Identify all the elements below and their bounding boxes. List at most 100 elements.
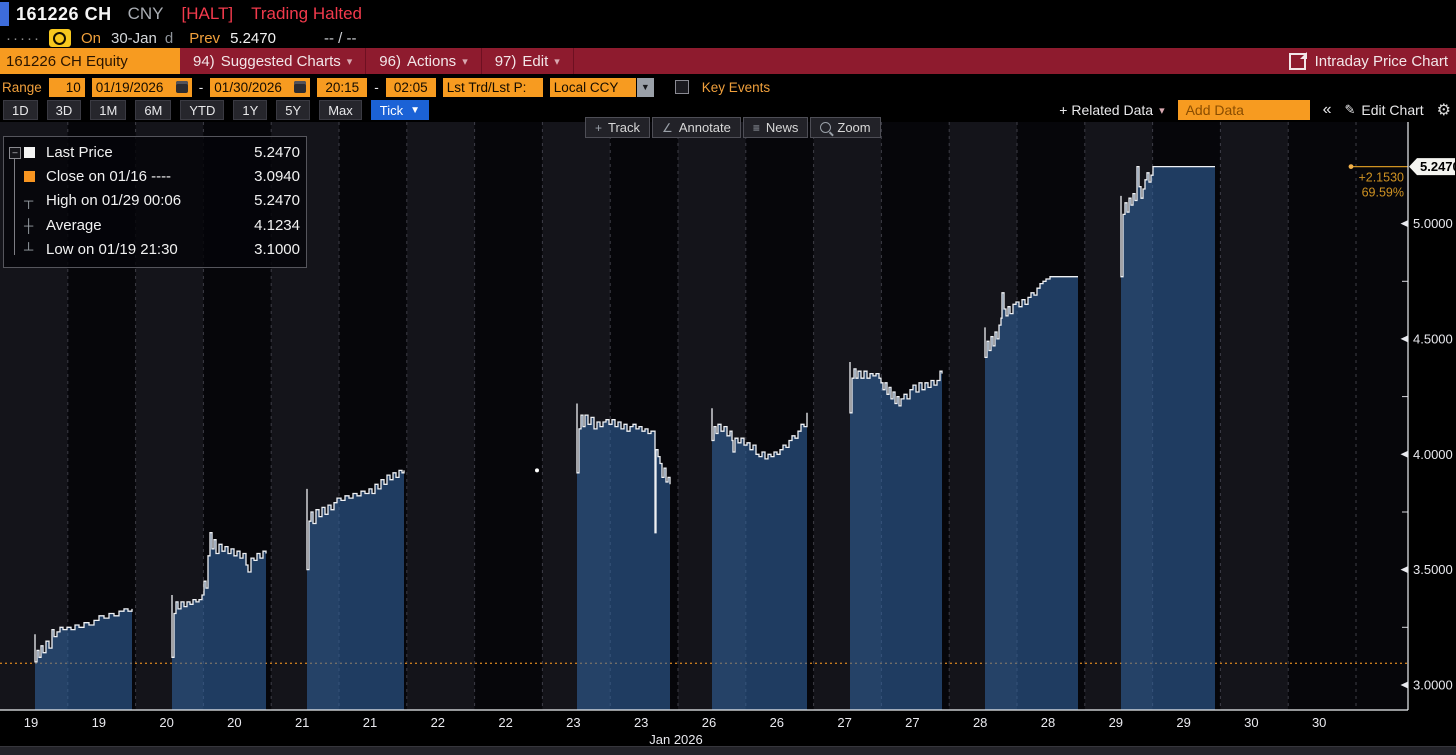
menu-key: 97) bbox=[495, 53, 517, 70]
session-area-29 bbox=[1121, 167, 1215, 710]
range-dash: - bbox=[199, 80, 204, 95]
price-mode-select[interactable]: Lst Trd/Lst P: bbox=[443, 78, 543, 97]
edit-chart-button[interactable]: ✎ Edit Chart bbox=[1345, 102, 1424, 118]
session-band bbox=[407, 122, 475, 710]
chart-text: 23 bbox=[634, 715, 648, 730]
chart-text: 4.0000 bbox=[1413, 447, 1453, 462]
chart-text: 27 bbox=[905, 715, 919, 730]
time-from-input[interactable]: 20:15 bbox=[317, 78, 367, 97]
tab-1y[interactable]: 1Y bbox=[233, 100, 267, 120]
legend-expander[interactable]: – bbox=[9, 147, 21, 159]
legend-row-average[interactable]: ┼ Average 4.1234 bbox=[8, 213, 300, 237]
chart-text: 30 bbox=[1312, 715, 1326, 730]
quote-subheader: ····· On 30-Jan d Prev 5.2470 -- / -- bbox=[0, 28, 1456, 48]
prev-label: Prev bbox=[189, 30, 220, 47]
menu-key: 96) bbox=[379, 53, 401, 70]
collapse-panel-button[interactable]: « bbox=[1323, 101, 1332, 119]
session-area-28 bbox=[985, 277, 1078, 710]
session-band bbox=[475, 122, 543, 710]
legend-row-high[interactable]: ┬ High on 01/29 00:06 5.2470 bbox=[8, 189, 300, 213]
export-icon[interactable] bbox=[1289, 53, 1306, 70]
chart-text: 19 bbox=[92, 715, 106, 730]
calendar-icon[interactable] bbox=[176, 81, 188, 93]
chart-text: 21 bbox=[295, 715, 309, 730]
tab-1d[interactable]: 1D bbox=[3, 100, 38, 120]
chevron-down-icon[interactable]: ▼ bbox=[637, 78, 654, 97]
tab-5y[interactable]: 5Y bbox=[276, 100, 310, 120]
chart-toolbar: + Track ∠ Annotate ≡ News Zoom bbox=[585, 117, 881, 138]
chart-text: 29 bbox=[1109, 715, 1123, 730]
chart-text: 28 bbox=[973, 715, 987, 730]
chart-text: 4.5000 bbox=[1413, 331, 1453, 346]
chevron-down-icon: ▼ bbox=[410, 105, 420, 116]
menu-label: Suggested Charts bbox=[221, 53, 341, 70]
currency-select[interactable]: Local CCY bbox=[550, 78, 636, 97]
zoom-button[interactable]: Zoom bbox=[810, 117, 880, 138]
chart-text: 26 bbox=[770, 715, 784, 730]
legend-value: 5.2470 bbox=[238, 192, 300, 209]
menu-suggested-charts[interactable]: 94) Suggested Charts ▾ bbox=[180, 48, 366, 74]
tab-ytd[interactable]: YTD bbox=[180, 100, 224, 120]
time-to-input[interactable]: 02:05 bbox=[386, 78, 436, 97]
chart-text: 26 bbox=[702, 715, 716, 730]
legend-label: Last Price bbox=[46, 144, 238, 161]
chart-text: 30 bbox=[1244, 715, 1258, 730]
close-swatch bbox=[24, 171, 42, 182]
date-to-input[interactable]: 01/30/2026 bbox=[210, 78, 310, 97]
menu-actions[interactable]: 96) Actions ▾ bbox=[366, 48, 481, 74]
legend-row-close[interactable]: Close on 01/16 ---- 3.0940 bbox=[8, 164, 300, 188]
key-events-label: Key Events bbox=[702, 80, 770, 95]
frequency-flag: d bbox=[165, 30, 173, 47]
related-data-label: + Related Data bbox=[1059, 102, 1153, 118]
last-price-dot bbox=[1349, 164, 1354, 169]
date-from-input[interactable]: 01/19/2026 bbox=[92, 78, 192, 97]
quote-date: 30-Jan bbox=[111, 30, 157, 47]
chart-text: 5.2470 bbox=[1420, 159, 1456, 174]
tab-1m[interactable]: 1M bbox=[90, 100, 126, 120]
last-price-swatch bbox=[24, 147, 42, 158]
track-button[interactable]: + Track bbox=[585, 117, 650, 138]
chart-text: 5.0000 bbox=[1413, 216, 1453, 231]
bid-ask-values: -- / -- bbox=[324, 30, 356, 47]
session-band bbox=[1288, 122, 1356, 710]
range-days-input[interactable]: 10 bbox=[49, 78, 85, 97]
session-band bbox=[1220, 122, 1288, 710]
halt-status-text: Trading Halted bbox=[251, 4, 362, 24]
ticker-symbol: 161226 CH bbox=[16, 4, 112, 25]
news-icon: ≡ bbox=[753, 121, 760, 135]
legend-row-low[interactable]: ┴ Low on 01/19 21:30 3.1000 bbox=[8, 238, 300, 262]
panel-divider-strip bbox=[0, 746, 1456, 755]
annotate-button[interactable]: ∠ Annotate bbox=[652, 117, 741, 138]
related-data-button[interactable]: + Related Data ▾ bbox=[1059, 102, 1164, 118]
tab-6m[interactable]: 6M bbox=[135, 100, 171, 120]
low-marker-icon: ┴ bbox=[24, 242, 42, 257]
tab-max[interactable]: Max bbox=[319, 100, 362, 120]
tab-3d[interactable]: 3D bbox=[47, 100, 82, 120]
halt-tag: [HALT] bbox=[181, 4, 233, 24]
security-box[interactable]: 161226 CH Equity bbox=[0, 48, 180, 74]
on-label: On bbox=[81, 30, 101, 47]
menu-edit[interactable]: 97) Edit ▾ bbox=[482, 48, 574, 74]
legend-row-last-price[interactable]: Last Price 5.2470 bbox=[8, 140, 300, 164]
function-toolbar: 161226 CH Equity 94) Suggested Charts ▾ … bbox=[0, 48, 1456, 74]
news-button[interactable]: ≡ News bbox=[743, 117, 809, 138]
tab-tick-label: Tick bbox=[380, 103, 403, 118]
date-from-value: 01/19/2026 bbox=[96, 80, 164, 95]
legend-label: Average bbox=[46, 217, 238, 234]
chevron-down-icon: ▾ bbox=[1159, 104, 1165, 117]
calendar-icon[interactable] bbox=[294, 81, 306, 93]
delayed-gauge-icon bbox=[49, 29, 71, 47]
currency-code: CNY bbox=[128, 4, 164, 24]
gear-icon[interactable]: ⚙ bbox=[1437, 100, 1451, 120]
tab-tick-active[interactable]: Tick ▼ bbox=[371, 100, 429, 120]
key-events-checkbox[interactable] bbox=[675, 80, 689, 94]
terminal-window: 161226 CH CNY [HALT] Trading Halted ····… bbox=[0, 0, 1456, 755]
annotate-label: Annotate bbox=[679, 120, 731, 135]
chart-text: Jan 2026 bbox=[649, 732, 703, 747]
chart-text: 3.0000 bbox=[1413, 678, 1453, 693]
menu-label: Edit bbox=[522, 53, 548, 70]
chart-text: 22 bbox=[431, 715, 445, 730]
leader-dots: ····· bbox=[6, 30, 41, 47]
add-data-input[interactable]: Add Data bbox=[1178, 100, 1310, 120]
chevron-down-icon: ▾ bbox=[554, 55, 560, 68]
